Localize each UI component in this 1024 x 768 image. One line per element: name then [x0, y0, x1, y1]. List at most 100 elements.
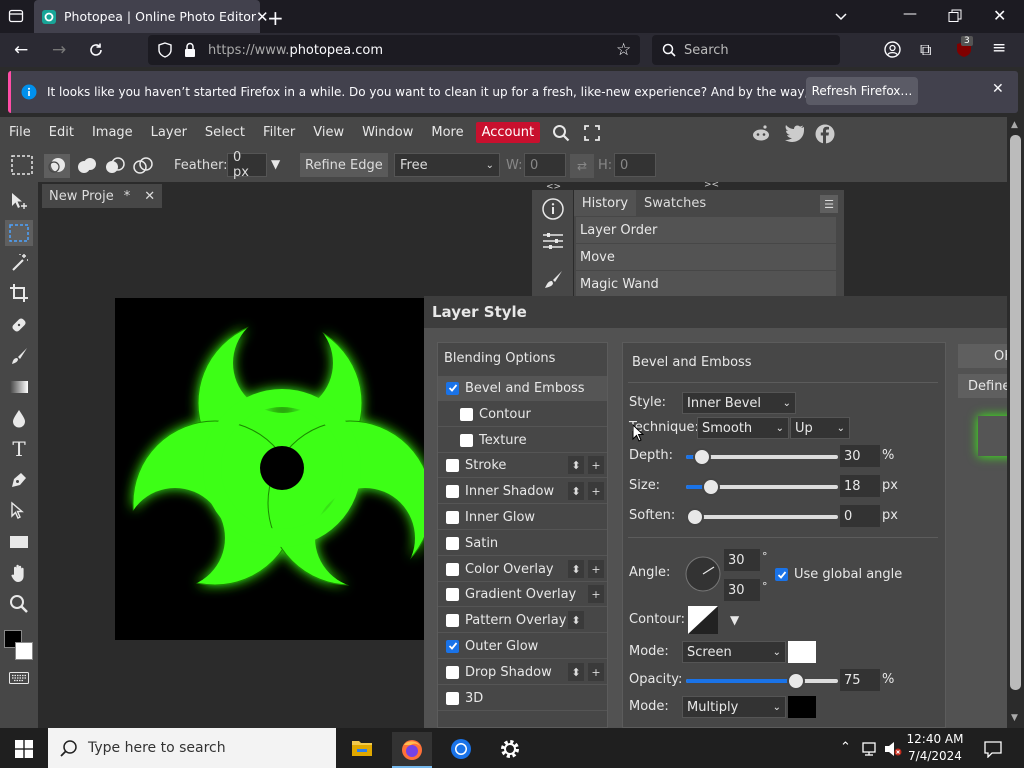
effect-item[interactable]: Inner Glow — [438, 505, 607, 530]
checkbox-icon[interactable] — [446, 691, 459, 705]
zoom-tool-icon[interactable] — [8, 593, 30, 615]
menu-view[interactable]: View — [304, 125, 353, 140]
add-effect-icon[interactable]: + — [588, 482, 604, 500]
contour-preview[interactable] — [688, 606, 718, 634]
feather-dropdown-icon[interactable]: ▼ — [271, 157, 280, 171]
selection-intersect-button[interactable] — [130, 154, 156, 178]
refresh-firefox-button[interactable]: Refresh Firefox… — [806, 77, 918, 105]
highlight-color-swatch[interactable] — [788, 641, 816, 663]
search-icon[interactable] — [552, 124, 570, 142]
use-global-angle-checkbox[interactable]: Use global angle — [775, 567, 902, 582]
browser-search-box[interactable]: Search — [652, 35, 840, 65]
contour-dropdown-icon[interactable]: ▼ — [730, 613, 739, 627]
magic-wand-tool-icon[interactable] — [8, 252, 30, 274]
checkbox-icon[interactable] — [446, 665, 459, 679]
effect-item[interactable]: Contour — [438, 402, 607, 427]
firefox-taskbar-button[interactable] — [392, 732, 432, 768]
menu-file[interactable]: File — [0, 125, 40, 140]
opacity-slider-knob[interactable] — [786, 672, 805, 690]
notifications-icon[interactable] — [984, 740, 1002, 758]
account-icon[interactable] — [884, 41, 901, 58]
network-icon[interactable] — [862, 741, 880, 757]
checkbox-checked-icon[interactable] — [446, 639, 459, 653]
crop-tool-icon[interactable] — [8, 282, 30, 304]
close-window-icon[interactable]: ✕ — [993, 6, 1006, 25]
background-color-swatch[interactable] — [15, 642, 33, 660]
reorder-icon[interactable]: ⬍ — [568, 456, 584, 474]
technique-select[interactable]: Smooth ⌄ — [697, 417, 789, 439]
reorder-icon[interactable]: ⬍ — [568, 560, 584, 578]
menu-select[interactable]: Select — [196, 125, 254, 140]
page-scrollbar[interactable]: ▲ ▼ — [1007, 117, 1024, 728]
altitude-input[interactable]: 30 — [724, 579, 760, 601]
soften-slider-knob[interactable] — [686, 508, 704, 526]
url-bar[interactable]: https://www.photopea.com ☆ — [148, 35, 640, 65]
shadow-color-swatch[interactable] — [788, 696, 816, 718]
bookmark-star-icon[interactable]: ☆ — [616, 40, 631, 60]
lock-icon[interactable] — [184, 42, 196, 58]
history-item[interactable]: Move — [576, 244, 836, 270]
brush-tool-icon[interactable] — [8, 345, 30, 367]
reddit-icon[interactable] — [751, 124, 771, 142]
depth-input[interactable]: 30 — [840, 445, 880, 467]
checkbox-icon[interactable] — [446, 536, 459, 550]
twitter-icon[interactable] — [785, 124, 805, 142]
tab-list-icon[interactable] — [8, 8, 24, 24]
taskbar-search-box[interactable]: Type here to search — [48, 728, 336, 768]
reorder-icon[interactable]: ⬍ — [568, 663, 584, 681]
brush-panel-icon[interactable] — [542, 270, 564, 290]
healing-brush-tool-icon[interactable] — [8, 314, 30, 336]
checkbox-icon[interactable] — [446, 458, 459, 472]
menu-more[interactable]: More — [422, 125, 472, 140]
path-selection-tool-icon[interactable] — [8, 500, 30, 522]
effect-item[interactable]: Satin — [438, 531, 607, 556]
selection-subtract-button[interactable] — [102, 154, 128, 178]
document-tab[interactable]: New Proje * ✕ — [42, 184, 162, 208]
effect-item[interactable]: 3D — [438, 686, 607, 711]
direction-select[interactable]: Up ⌄ — [790, 417, 850, 439]
highlight-mode-select[interactable]: Screen ⌄ — [682, 641, 786, 663]
add-effect-icon[interactable]: + — [588, 663, 604, 681]
restore-icon[interactable] — [948, 9, 962, 23]
reorder-icon[interactable]: ⬍ — [568, 611, 584, 629]
system-clock[interactable]: 12:40 AM 7/4/2024 — [900, 731, 970, 765]
hamburger-menu-icon[interactable]: ≡ — [992, 38, 1006, 58]
swap-dimensions-icon[interactable]: ⇄ — [570, 154, 594, 178]
tab-history[interactable]: History — [574, 190, 636, 216]
depth-slider[interactable] — [686, 448, 838, 466]
checkbox-icon[interactable] — [446, 484, 459, 498]
reorder-icon[interactable]: ⬍ — [568, 482, 584, 500]
extensions-icon[interactable]: ⧉ — [920, 40, 931, 60]
pen-tool-icon[interactable] — [8, 469, 30, 491]
history-item[interactable]: Magic Wand — [576, 271, 836, 297]
windows-start-icon[interactable] — [15, 740, 33, 758]
add-effect-icon[interactable]: + — [588, 585, 604, 603]
list-tabs-icon[interactable] — [833, 8, 849, 24]
effect-item[interactable]: Bevel and Emboss — [438, 376, 607, 401]
forward-icon[interactable]: → — [52, 40, 66, 60]
depth-slider-knob[interactable] — [692, 448, 711, 466]
chromium-icon[interactable] — [450, 738, 472, 760]
gradient-tool-icon[interactable] — [8, 376, 30, 398]
back-icon[interactable]: ← — [14, 40, 28, 60]
effect-item[interactable]: Outer Glow — [438, 634, 607, 659]
adjustments-panel-icon[interactable] — [542, 232, 564, 250]
file-explorer-icon[interactable] — [351, 738, 373, 758]
minimize-icon[interactable]: — — [903, 6, 917, 22]
feather-input[interactable]: 0 px — [227, 150, 267, 180]
angle-input[interactable]: 30 — [724, 549, 760, 571]
type-tool-icon[interactable]: T — [8, 437, 30, 461]
menu-image[interactable]: Image — [83, 125, 142, 140]
marquee-options-icon[interactable] — [11, 155, 33, 175]
shield-icon[interactable] — [158, 42, 172, 58]
image-canvas[interactable] — [115, 298, 425, 640]
close-document-icon[interactable]: ✕ — [144, 189, 155, 204]
browser-tab[interactable]: Photopea | Online Photo Editor ✕ — [34, 0, 269, 33]
menu-window[interactable]: Window — [353, 125, 422, 140]
panel-menu-icon[interactable]: ☰ — [820, 195, 838, 213]
style-select[interactable]: Free ⌄ — [394, 153, 500, 177]
checkbox-icon[interactable] — [460, 407, 473, 421]
expand-panel-arrows-icon[interactable]: >< — [704, 180, 719, 190]
opacity-slider[interactable] — [686, 672, 838, 690]
new-tab-icon[interactable]: + — [267, 6, 284, 30]
